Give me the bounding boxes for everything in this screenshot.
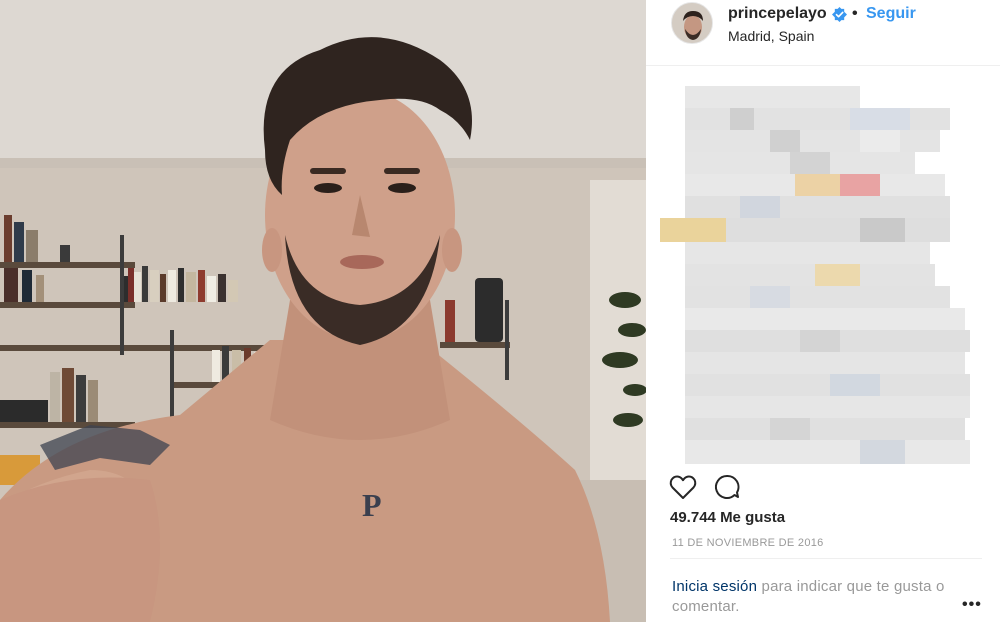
like-button[interactable] (668, 472, 698, 502)
follow-button[interactable]: Seguir (866, 5, 916, 23)
selfie-image: P (0, 0, 646, 622)
likes-count[interactable]: 49.744 Me gusta (670, 509, 785, 526)
post-date: 11 DE NOVIEMBRE DE 2016 (672, 537, 824, 549)
divider (670, 558, 982, 559)
comment-icon (715, 474, 740, 499)
chest-tattoo: P (362, 487, 382, 523)
blurred-caption (660, 86, 970, 464)
avatar[interactable] (671, 2, 713, 44)
more-options-icon[interactable]: ••• (962, 596, 982, 614)
comment-button[interactable] (712, 472, 742, 502)
verified-badge-icon (832, 7, 847, 22)
username[interactable]: princepelayo (728, 5, 827, 23)
pixelated-text-block (660, 86, 970, 464)
login-link[interactable]: Inicia sesión (672, 578, 757, 595)
location-link[interactable]: Madrid, Spain (728, 28, 814, 44)
post-details-panel: princepelayo • Seguir Madrid, Spain 49.7… (646, 0, 1000, 622)
likes-number: 49.744 (670, 509, 716, 526)
heart-icon (669, 475, 697, 499)
post-header: princepelayo • Seguir Madrid, Spain (646, 0, 1000, 66)
post-photo[interactable]: P (0, 0, 646, 622)
likes-label: Me gusta (720, 509, 786, 526)
post-actions (668, 472, 788, 502)
avatar-image (672, 3, 712, 43)
login-prompt: Inicia sesión para indicar que te gusta … (672, 577, 972, 617)
separator-dot: • (852, 5, 858, 22)
